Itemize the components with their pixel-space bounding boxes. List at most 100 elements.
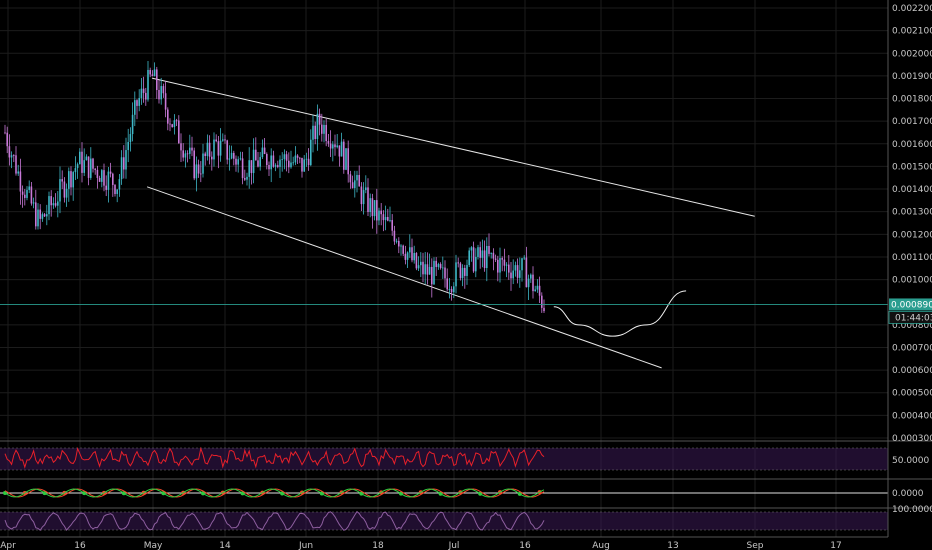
candle-body [68, 171, 70, 189]
candle-body [329, 143, 332, 149]
candle-body [37, 209, 39, 227]
candle-body [96, 169, 99, 178]
candle-body [384, 216, 387, 221]
candle-body [466, 265, 468, 276]
candle-body [171, 124, 173, 127]
candle-body [54, 203, 57, 206]
price-tick-label: 0.0022000 [892, 4, 932, 14]
candle-body [483, 250, 486, 269]
time-tick-label: 16 [74, 541, 86, 550]
candle-body [292, 162, 294, 164]
candle-body [382, 214, 385, 221]
candle-body [213, 139, 215, 160]
candle-body [312, 125, 314, 140]
candle-body [15, 155, 17, 174]
candle-body [345, 148, 347, 170]
candle-body [395, 240, 398, 242]
candle-body [521, 258, 523, 271]
candle-body [85, 156, 88, 161]
candle-body [107, 171, 110, 190]
candle-body [129, 134, 132, 143]
candle-body [26, 189, 28, 198]
price-tick-label: 0.0003000 [892, 434, 932, 444]
price-tick-label: 0.0018000 [892, 95, 932, 105]
candle-body [259, 157, 261, 167]
candle-body [21, 191, 24, 195]
candle-body [391, 220, 393, 231]
candle-body [79, 151, 81, 165]
candle-body [349, 174, 352, 183]
candle-body [294, 155, 297, 163]
candle-body [450, 289, 453, 293]
candle-body [316, 113, 319, 139]
candle-body [24, 194, 26, 198]
candle-body [184, 153, 187, 158]
candle-body [131, 114, 134, 135]
candle-body [158, 89, 160, 100]
candle-body [428, 266, 431, 275]
price-tick-label: 0.0010000 [892, 276, 932, 286]
price-tick-label: 0.0017000 [892, 117, 932, 127]
candle-body [409, 247, 411, 253]
candle-body [153, 69, 156, 77]
price-chart[interactable]: 50.0000 0.0000 100.0000 0.0022000 0.0021000… [0, 0, 932, 550]
candle-body [162, 86, 165, 94]
candle-body [290, 162, 292, 168]
candle-body [541, 295, 543, 308]
candle-body [224, 139, 226, 141]
candle-body [523, 257, 525, 259]
candle-body [74, 168, 77, 173]
candle-body [70, 171, 72, 188]
candle-body [202, 153, 204, 174]
candle-body [156, 69, 158, 90]
candle-body [19, 171, 22, 192]
time-tick-label: Sep [747, 541, 764, 550]
price-tick-label: 0.0019000 [892, 72, 932, 82]
candle-body [468, 250, 470, 266]
candle-body [387, 216, 389, 221]
candle-body [477, 247, 479, 257]
candle-body [310, 139, 312, 166]
candle-body [39, 209, 41, 219]
candle-body [10, 155, 13, 158]
candle-body [13, 155, 15, 157]
candle-body [248, 160, 250, 177]
candle-body [475, 256, 477, 272]
candle-body [340, 141, 343, 157]
candle-body [510, 272, 512, 279]
candle-body [219, 140, 222, 156]
candle-body [178, 120, 180, 144]
candle-body [453, 286, 455, 293]
candle-body [514, 265, 517, 271]
candle-body [318, 113, 321, 125]
candle-body [323, 124, 325, 134]
candle-body [279, 159, 281, 167]
candle-body [481, 250, 484, 258]
price-tick-label: 0.0013000 [892, 208, 932, 218]
candle-body [373, 200, 376, 217]
time-tick-label: 16 [519, 541, 531, 550]
candle-body [305, 158, 308, 160]
candle-body [239, 158, 242, 160]
candle-body [376, 200, 378, 221]
price-tick-label: 0.0012000 [892, 230, 932, 240]
candle-body [41, 214, 44, 219]
candle-body [109, 171, 112, 174]
candle-body [479, 247, 481, 258]
candle-body [393, 230, 396, 242]
candle-body [90, 158, 92, 178]
candle-body [424, 264, 426, 275]
candle-body [402, 245, 404, 254]
candle-body [486, 246, 488, 269]
candle-body [444, 267, 446, 279]
candle-body [417, 265, 420, 269]
price-tick-label: 0.0021000 [892, 27, 932, 37]
candle-body [217, 141, 220, 156]
last-price-label: 0.0008901 [891, 300, 932, 310]
candle-body [270, 155, 272, 170]
candle-body [197, 164, 200, 174]
time-tick-label: Apr [0, 541, 16, 550]
candle-body [4, 132, 6, 134]
candle-body [378, 210, 380, 221]
candle-body [371, 198, 374, 217]
